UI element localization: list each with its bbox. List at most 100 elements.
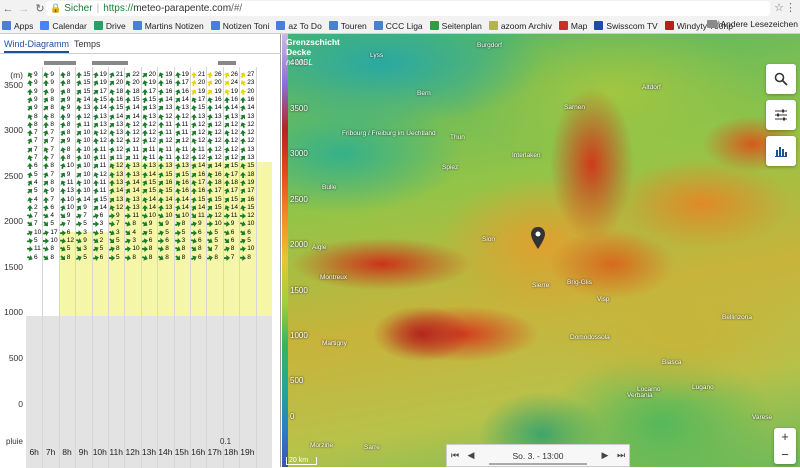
wind-arrow-icon bbox=[174, 129, 182, 137]
wind-speed: 12 bbox=[198, 120, 206, 128]
bookmark-item[interactable]: az To Do bbox=[276, 21, 322, 31]
tab-temps[interactable]: Temps bbox=[74, 39, 101, 49]
chart-button[interactable] bbox=[766, 136, 796, 166]
bookmark-item[interactable]: Seitenplan bbox=[429, 21, 482, 31]
browser-menu-icon[interactable]: ⋮ bbox=[785, 1, 796, 14]
wind-arrow-icon bbox=[59, 88, 67, 96]
wind-arrow-icon bbox=[124, 195, 132, 203]
bookmark-item[interactable]: Apps bbox=[2, 21, 33, 31]
zoom-in-button[interactable]: + bbox=[774, 428, 796, 446]
bookmark-item[interactable]: azoom Archiv bbox=[488, 21, 552, 31]
other-bookmarks-folder[interactable]: Andere Lesezeichen bbox=[707, 19, 798, 29]
wind-speed: 15 bbox=[83, 79, 91, 87]
wind-speed: 12 bbox=[247, 212, 255, 220]
wind-cell: 17 bbox=[190, 179, 206, 187]
wind-arrow-icon bbox=[108, 237, 116, 245]
wind-arrow-icon bbox=[190, 204, 198, 212]
wind-speed: 14 bbox=[116, 187, 124, 195]
wind-arrow-icon bbox=[59, 96, 67, 104]
altitude-axis: (m) 3500 3000 2500 2000 1500 1000 500 0 bbox=[0, 56, 26, 464]
wind-arrow-icon bbox=[239, 104, 247, 112]
wind-cell: 12 bbox=[108, 162, 124, 170]
wind-cell: 14 bbox=[223, 104, 239, 112]
wind-speed: 15 bbox=[148, 178, 157, 186]
wind-cell: 3 bbox=[92, 220, 108, 228]
tab-wind-diagramm[interactable]: Wind-Diagramm bbox=[4, 39, 70, 53]
wind-cell: 8 bbox=[59, 121, 75, 129]
wind-speed: 12 bbox=[230, 137, 239, 145]
bookmark-item[interactable]: Martins Notizen bbox=[132, 21, 204, 31]
wind-cell: 14 bbox=[124, 113, 140, 121]
hour-axis: 6h 7h 8h 9h 10h 11h 12h 13h 14h 15h 16h 17h 18h 19h bbox=[26, 447, 272, 461]
wind-arrow-icon bbox=[207, 113, 214, 120]
bookmark-item[interactable]: Drive bbox=[93, 21, 126, 31]
wind-arrow-icon bbox=[224, 138, 230, 144]
wind-arrow-icon bbox=[92, 171, 100, 179]
time-display[interactable]: So. 3. - 13:00 bbox=[479, 451, 597, 465]
wind-cell: 4 bbox=[42, 212, 58, 220]
wind-arrow-icon bbox=[207, 212, 215, 220]
wind-arrow-icon bbox=[239, 121, 247, 129]
address-bar[interactable]: 🔒 Sicher | https:// meteo-parapente.com … bbox=[46, 1, 770, 16]
bookmark-icon bbox=[488, 21, 498, 30]
settings-button[interactable] bbox=[766, 100, 796, 130]
wind-cell: 8 bbox=[59, 154, 75, 162]
wind-cell: 7 bbox=[108, 220, 124, 228]
zoom-control: + − bbox=[774, 428, 796, 464]
wind-speed: 17 bbox=[230, 170, 239, 178]
altitude-tick: 3500 bbox=[4, 80, 23, 90]
wind-arrow-icon bbox=[76, 105, 83, 112]
wind-arrow-icon bbox=[141, 237, 148, 244]
bookmark-item[interactable]: Touren bbox=[328, 21, 367, 31]
wind-cell: 15 bbox=[108, 104, 124, 112]
wind-cell: 15 bbox=[124, 96, 140, 104]
wind-speed: 17 bbox=[50, 228, 58, 236]
hour-label: 10h bbox=[92, 447, 107, 457]
bookmark-item[interactable]: CCC Liga bbox=[373, 21, 423, 31]
wind-arrow-icon bbox=[59, 179, 67, 187]
zoom-out-button[interactable]: − bbox=[774, 446, 796, 464]
back-icon[interactable]: ← bbox=[0, 1, 16, 17]
wind-cell: 19 bbox=[190, 88, 206, 96]
bookmark-star-icon[interactable]: ☆ bbox=[774, 1, 784, 14]
wind-speed: 11 bbox=[181, 145, 189, 153]
wind-cell: 9 bbox=[26, 104, 42, 112]
wind-speed: 14 bbox=[83, 95, 91, 103]
step-forward-icon[interactable]: ▶ bbox=[597, 450, 613, 461]
bookmark-item[interactable]: Calendar bbox=[40, 21, 87, 31]
wind-arrow-icon bbox=[59, 253, 67, 261]
wind-speed: 14 bbox=[132, 104, 140, 112]
wind-speed: 9 bbox=[50, 187, 55, 195]
bookmark-item[interactable]: Map bbox=[558, 21, 587, 31]
step-back-icon[interactable]: ◀ bbox=[463, 450, 479, 461]
wind-speed: 5 bbox=[214, 237, 219, 244]
wind-arrow-icon bbox=[240, 171, 246, 177]
wind-speed: 5 bbox=[83, 220, 87, 228]
wind-cell: 15 bbox=[92, 96, 108, 104]
wind-speed: 12 bbox=[148, 120, 157, 128]
location-pin-icon[interactable] bbox=[531, 227, 545, 249]
time-track[interactable] bbox=[489, 462, 587, 465]
search-button[interactable] bbox=[766, 64, 796, 94]
wind-arrow-icon bbox=[206, 237, 214, 245]
skip-forward-icon[interactable]: ⏭ bbox=[613, 450, 629, 461]
place-label: Bellinzona bbox=[722, 314, 752, 321]
wind-arrow-icon bbox=[190, 212, 198, 220]
wind-arrow-icon bbox=[158, 88, 165, 95]
wind-cell: 3 bbox=[75, 229, 91, 237]
wind-cell: 14 bbox=[141, 196, 157, 204]
wind-speed: 7 bbox=[34, 212, 38, 220]
wind-cell: 10 bbox=[59, 162, 75, 170]
forward-icon[interactable]: → bbox=[16, 1, 32, 17]
bookmark-item[interactable]: Swisscom TV bbox=[594, 21, 658, 31]
wind-arrow-icon bbox=[190, 170, 198, 178]
bookmark-icon bbox=[664, 21, 674, 30]
map-view[interactable]: Grenzschicht Decke m MSL 4000 3500 3000 250… bbox=[282, 34, 800, 467]
bookmark-item[interactable]: Notizen Toni bbox=[210, 21, 269, 31]
skip-back-icon[interactable]: ⏮ bbox=[447, 450, 463, 461]
wind-cell: 15 bbox=[75, 71, 91, 79]
wind-speed: 14 bbox=[99, 104, 107, 112]
altitude-unit: (m) bbox=[10, 70, 23, 80]
wind-arrow-icon bbox=[206, 204, 214, 212]
wind-arrow-icon bbox=[109, 213, 116, 220]
